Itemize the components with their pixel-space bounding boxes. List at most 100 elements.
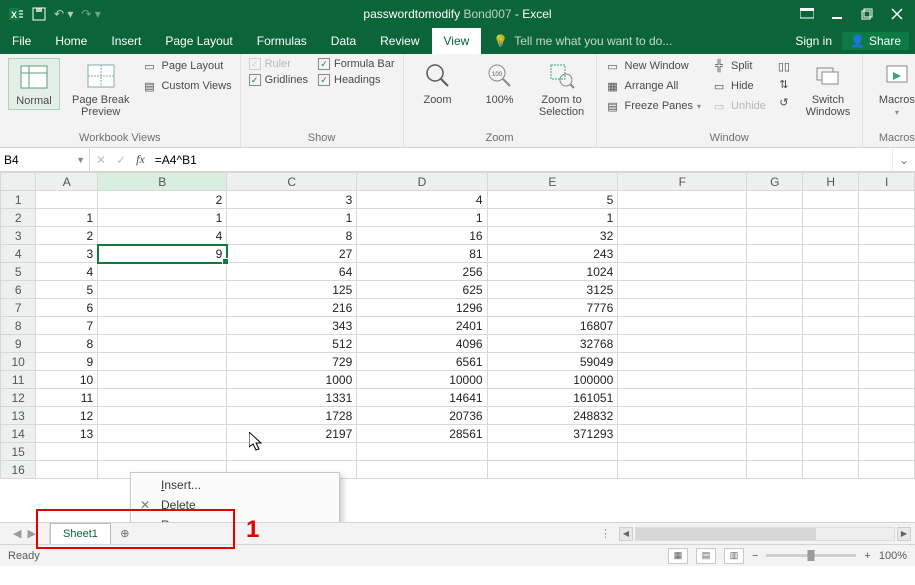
cell[interactable]: 4096	[357, 335, 487, 353]
cell[interactable]: 3	[227, 191, 357, 209]
cell[interactable]: 256	[357, 263, 487, 281]
cell[interactable]: 1	[227, 209, 357, 227]
cell[interactable]: 12	[36, 407, 98, 425]
scroll-left-icon[interactable]: ◀	[619, 527, 633, 541]
zoom-in-icon[interactable]: +	[864, 550, 870, 562]
cell[interactable]	[747, 281, 803, 299]
tab-page-layout[interactable]: Page Layout	[153, 28, 244, 54]
custom-views-button[interactable]: ▤Custom Views	[141, 78, 231, 94]
menu-delete[interactable]: ✕Delete	[131, 495, 339, 515]
cell[interactable]	[859, 353, 915, 371]
cell[interactable]	[859, 335, 915, 353]
cell[interactable]: 3125	[487, 281, 618, 299]
cell[interactable]	[747, 227, 803, 245]
zoom-out-icon[interactable]: −	[752, 550, 758, 562]
tab-formulas[interactable]: Formulas	[245, 28, 319, 54]
row-header[interactable]: 11	[1, 371, 36, 389]
column-header[interactable]: F	[618, 173, 747, 191]
cell[interactable]: 16	[357, 227, 487, 245]
cell[interactable]: 512	[227, 335, 357, 353]
cell[interactable]: 1	[357, 209, 487, 227]
row-header[interactable]: 12	[1, 389, 36, 407]
cell[interactable]	[803, 425, 859, 443]
cell[interactable]	[803, 353, 859, 371]
cell[interactable]: 32	[487, 227, 618, 245]
cell[interactable]	[859, 263, 915, 281]
column-header[interactable]: D	[357, 173, 487, 191]
cell[interactable]	[859, 191, 915, 209]
cell[interactable]: 9	[36, 353, 98, 371]
minimize-icon[interactable]	[827, 4, 847, 24]
cell[interactable]: 5	[36, 281, 98, 299]
column-header[interactable]: H	[803, 173, 859, 191]
cell[interactable]: 371293	[487, 425, 618, 443]
horizontal-scrollbar[interactable]: ◀ ▶	[619, 527, 911, 541]
cell[interactable]	[747, 407, 803, 425]
cell[interactable]	[357, 461, 487, 479]
cell[interactable]: 4	[36, 263, 98, 281]
cell[interactable]	[618, 425, 747, 443]
cell[interactable]	[36, 461, 98, 479]
cell[interactable]	[859, 299, 915, 317]
cell[interactable]: 343	[227, 317, 357, 335]
hide-button[interactable]: ▭Hide	[711, 78, 766, 94]
share-button[interactable]: 👤 Share	[842, 32, 909, 50]
cell[interactable]	[618, 317, 747, 335]
scroll-right-icon[interactable]: ▶	[897, 527, 911, 541]
cell[interactable]	[98, 281, 227, 299]
cell[interactable]	[618, 389, 747, 407]
normal-view-button[interactable]: Normal	[8, 58, 60, 110]
cell[interactable]	[859, 443, 915, 461]
sign-in-link[interactable]: Sign in	[795, 34, 832, 48]
zoom-slider[interactable]	[766, 554, 856, 557]
cell[interactable]	[618, 335, 747, 353]
cell[interactable]	[98, 371, 227, 389]
cell[interactable]	[803, 443, 859, 461]
cell[interactable]	[36, 443, 98, 461]
row-header[interactable]: 9	[1, 335, 36, 353]
tab-insert[interactable]: Insert	[99, 28, 153, 54]
restore-icon[interactable]	[857, 4, 877, 24]
name-box[interactable]: ▼	[0, 148, 90, 171]
view-page-break-icon[interactable]: ▥	[724, 548, 744, 564]
macros-button[interactable]: Macros▾	[871, 58, 915, 121]
cell[interactable]	[98, 389, 227, 407]
cell[interactable]: 16807	[487, 317, 618, 335]
gridlines-checkbox[interactable]: ✓Gridlines	[249, 74, 308, 86]
view-normal-icon[interactable]: ▦	[668, 548, 688, 564]
cell[interactable]	[859, 281, 915, 299]
cell[interactable]	[487, 461, 618, 479]
cell[interactable]	[859, 461, 915, 479]
cell[interactable]: 4	[98, 227, 227, 245]
cell[interactable]: 13	[36, 425, 98, 443]
arrange-all-button[interactable]: ▦Arrange All	[605, 78, 702, 94]
cell[interactable]	[618, 461, 747, 479]
row-header[interactable]: 10	[1, 353, 36, 371]
cell[interactable]	[747, 209, 803, 227]
reset-window-button[interactable]: ↺	[776, 94, 792, 110]
row-header[interactable]: 1	[1, 191, 36, 209]
cell[interactable]	[803, 335, 859, 353]
cell[interactable]: 625	[357, 281, 487, 299]
cell[interactable]	[747, 461, 803, 479]
cell[interactable]: 11	[36, 389, 98, 407]
cell[interactable]	[803, 407, 859, 425]
cell[interactable]	[747, 191, 803, 209]
cell[interactable]: 2	[98, 191, 227, 209]
cell[interactable]	[803, 245, 859, 263]
row-header[interactable]: 7	[1, 299, 36, 317]
cell[interactable]	[859, 227, 915, 245]
cell[interactable]	[859, 317, 915, 335]
row-header[interactable]: 14	[1, 425, 36, 443]
cell[interactable]	[98, 263, 227, 281]
menu-rename[interactable]: Rename	[131, 515, 339, 522]
cell[interactable]	[803, 371, 859, 389]
cell[interactable]	[618, 263, 747, 281]
cell[interactable]	[98, 443, 227, 461]
view-side-by-side-button[interactable]: ▯▯	[776, 58, 792, 74]
cell[interactable]: 1024	[487, 263, 618, 281]
menu-insert[interactable]: Insert...	[131, 475, 339, 495]
cell[interactable]	[98, 407, 227, 425]
tab-file[interactable]: File	[0, 28, 43, 54]
new-sheet-button[interactable]: ⊕	[111, 523, 139, 544]
